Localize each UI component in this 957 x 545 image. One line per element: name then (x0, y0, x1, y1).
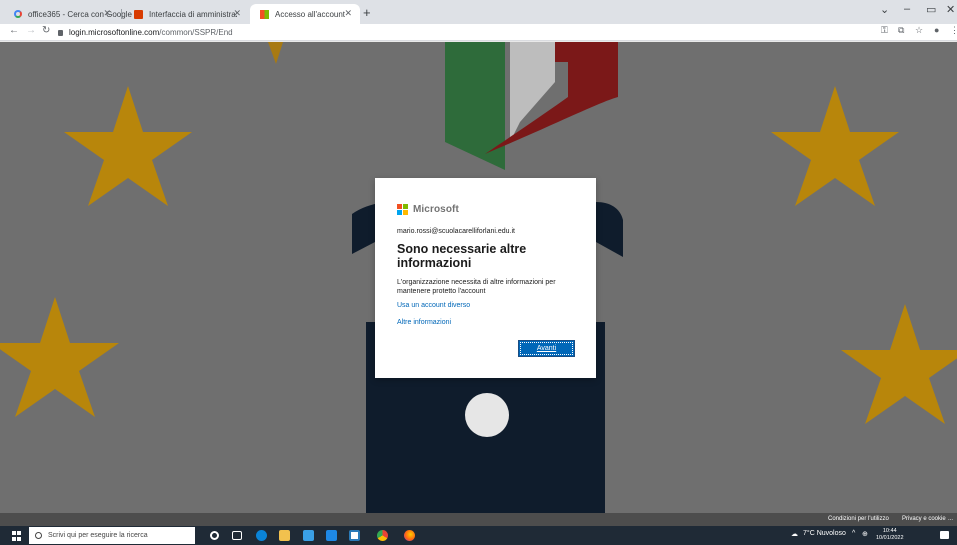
clock-time: 10:44 (882, 528, 897, 534)
windows-taskbar: Scrivi qui per eseguire la ricerca ☁ 7°C… (0, 526, 957, 545)
microsoft-icon (260, 9, 269, 19)
close-icon[interactable]: ✕ (344, 8, 352, 19)
star-icon[interactable]: ☆ (915, 25, 923, 36)
tab-admin-interface[interactable]: Interfaccia di amministrazione di ✕ (124, 4, 249, 24)
tab-separator (121, 9, 122, 19)
url-host: login.microsoftonline.com (69, 28, 160, 37)
profile-icon[interactable]: ● (934, 25, 939, 35)
page-background: Microsoft mario.rossi@scuolacarelliforla… (0, 42, 957, 513)
microsoft-logo: Microsoft (397, 202, 574, 216)
clock-date: 10/01/2022 (876, 535, 904, 541)
more-options-button[interactable]: ... (948, 516, 953, 522)
store-icon[interactable] (303, 530, 314, 541)
minimize-button[interactable]: – (904, 3, 910, 15)
search-placeholder: Scrivi qui per eseguire la ricerca (48, 532, 148, 539)
tab-account-access[interactable]: Accesso all'account ✕ (250, 4, 360, 24)
account-identity: mario.rossi@scuolacarelliforlani.edu.it (397, 228, 515, 235)
shield-circle (465, 393, 509, 437)
google-icon (14, 10, 22, 18)
browser-toolbar: ← → ↻ login.microsoftonline.com/common/S… (0, 24, 957, 41)
chrome-icon[interactable] (377, 530, 388, 541)
privacy-link[interactable]: Privacy e cookie (902, 516, 946, 522)
close-window-button[interactable]: ✕ (946, 3, 955, 16)
tab-google-search[interactable]: office365 - Cerca con Google ✕ (4, 4, 132, 24)
close-icon[interactable]: ✕ (103, 8, 111, 19)
task-view-icon[interactable] (232, 531, 242, 540)
next-button[interactable]: Avanti (518, 340, 575, 357)
page-title: Sono necessarie altre informazioni (397, 242, 527, 270)
page-footer: Condizioni per l'utilizzo Privacy e cook… (0, 513, 957, 526)
use-different-account-link[interactable]: Usa un account diverso (397, 302, 574, 309)
close-icon[interactable]: ✕ (233, 8, 241, 19)
taskbar-search-input[interactable]: Scrivi qui per eseguire la ricerca (29, 527, 195, 544)
system-clock[interactable]: 10:44 10/01/2022 (876, 528, 904, 542)
forward-icon[interactable]: → (26, 25, 36, 36)
microsoft-squares-icon (397, 203, 408, 215)
chevron-down-icon[interactable]: ⌄ (880, 3, 889, 16)
cloud-icon: ☁ (791, 531, 798, 538)
weather-text[interactable]: 7°C Nuvoloso (803, 530, 846, 537)
terms-link[interactable]: Condizioni per l'utilizzo (828, 516, 889, 522)
tab-label: Accesso all'account (275, 9, 346, 19)
chevron-up-icon[interactable]: ^ (852, 530, 855, 537)
mail-icon[interactable] (326, 530, 337, 541)
photos-icon[interactable] (349, 530, 360, 541)
dialog-description: L'organizzazione necessita di altre info… (397, 279, 556, 295)
search-icon (35, 532, 42, 539)
windows-start-icon[interactable] (12, 531, 22, 541)
address-bar[interactable]: login.microsoftonline.com/common/SSPR/En… (58, 26, 878, 39)
firefox-icon[interactable] (404, 530, 415, 541)
sign-in-dialog: Microsoft mario.rossi@scuolacarelliforla… (375, 178, 596, 378)
office-icon (134, 9, 143, 19)
tab-label: Interfaccia di amministrazione di (149, 9, 237, 19)
maximize-button[interactable]: ▭ (926, 3, 936, 16)
share-icon[interactable]: ⧉ (898, 25, 904, 36)
browser-tab-strip: office365 - Cerca con Google ✕ Interfacc… (0, 0, 957, 24)
key-icon[interactable]: ⚿ (881, 25, 888, 36)
edge-icon[interactable] (256, 530, 267, 541)
tab-label: office365 - Cerca con Google (28, 9, 132, 19)
back-icon[interactable]: ← (9, 25, 19, 36)
menu-icon[interactable]: ⋮ (950, 25, 957, 36)
url-path: /common/SSPR/End (159, 28, 233, 37)
file-explorer-icon[interactable] (279, 530, 290, 541)
brand-name: Microsoft (413, 203, 459, 215)
cortana-icon[interactable] (210, 531, 219, 540)
notification-icon[interactable] (940, 531, 949, 539)
new-tab-button[interactable]: + (363, 5, 371, 20)
lock-icon (58, 29, 63, 36)
reload-icon[interactable]: ↻ (42, 25, 50, 36)
network-icon[interactable]: ⊕ (862, 530, 868, 538)
more-info-link[interactable]: Altre informazioni (397, 319, 574, 326)
